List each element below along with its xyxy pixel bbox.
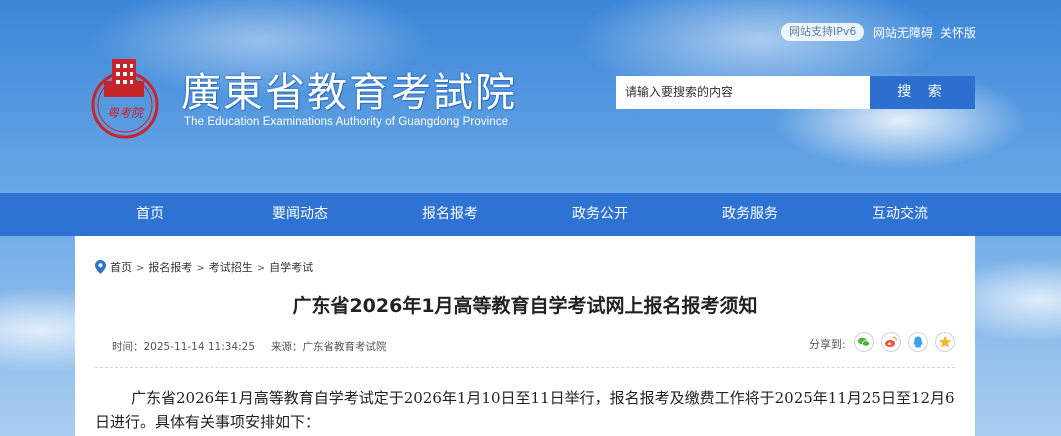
- nav-item-registration[interactable]: 报名报考: [375, 193, 525, 236]
- location-pin-icon: [95, 260, 106, 274]
- breadcrumb-registration[interactable]: 报名报考: [148, 261, 192, 274]
- care-version-link[interactable]: 关怀版: [940, 24, 976, 41]
- article-source: 来源：广东省教育考试院: [271, 341, 387, 353]
- nav-item-public-affairs[interactable]: 政务公开: [525, 193, 675, 236]
- weibo-icon[interactable]: [881, 332, 901, 352]
- breadcrumb: 首页 > 报名报考 > 考试招生 > 自学考试: [95, 259, 313, 275]
- breadcrumb-separator: >: [136, 263, 145, 274]
- site-subtitle: The Education Examinations Authority of …: [184, 116, 509, 128]
- nav-item-services[interactable]: 政务服务: [675, 193, 825, 236]
- qzone-icon[interactable]: [935, 332, 955, 352]
- logo-emblem-icon[interactable]: 粤考院: [90, 57, 160, 139]
- logo-text: 粤考院: [107, 106, 145, 120]
- nav-item-news[interactable]: 要闻动态: [225, 193, 375, 236]
- breadcrumb-exam-enrollment[interactable]: 考试招生: [209, 261, 253, 274]
- nav-item-home[interactable]: 首页: [75, 193, 225, 236]
- breadcrumb-home[interactable]: 首页: [110, 261, 132, 274]
- share-label: 分享到:: [809, 338, 846, 351]
- qq-icon[interactable]: [908, 332, 928, 352]
- publish-time: 时间：2025-11-14 11:34:25: [112, 341, 256, 353]
- meta-divider: [95, 367, 955, 368]
- article-title: 广东省2026年1月高等教育自学考试网上报名报考须知: [292, 295, 758, 317]
- site-title[interactable]: 廣東省教育考試院: [181, 60, 517, 118]
- article-intro-paragraph: 广东省2026年1月高等教育自学考试定于2026年1月10日至11日举行，报名报…: [95, 389, 955, 431]
- ipv6-badge: 网站支持IPv6: [781, 23, 865, 41]
- article-panel: 首页 > 报名报考 > 考试招生 > 自学考试 广东省2026年1月高等教育自学考试网上报名…: [75, 236, 975, 436]
- wechat-icon[interactable]: [854, 332, 874, 352]
- breadcrumb-self-study-exam[interactable]: 自学考试: [269, 261, 313, 274]
- accessibility-link[interactable]: 网站无障碍: [873, 24, 933, 41]
- breadcrumb-separator: >: [196, 263, 205, 274]
- nav-item-interaction[interactable]: 互动交流: [825, 193, 975, 236]
- search-button[interactable]: 搜 索: [870, 76, 975, 109]
- main-nav: 首页 要闻动态 报名报考 政务公开 政务服务 互动交流: [0, 193, 1061, 236]
- breadcrumb-separator: >: [256, 263, 266, 274]
- article-meta: 时间：2025-11-14 11:34:25 来源：广东省教育考试院: [112, 339, 387, 354]
- search-input[interactable]: 请输入要搜索的内容: [616, 76, 870, 109]
